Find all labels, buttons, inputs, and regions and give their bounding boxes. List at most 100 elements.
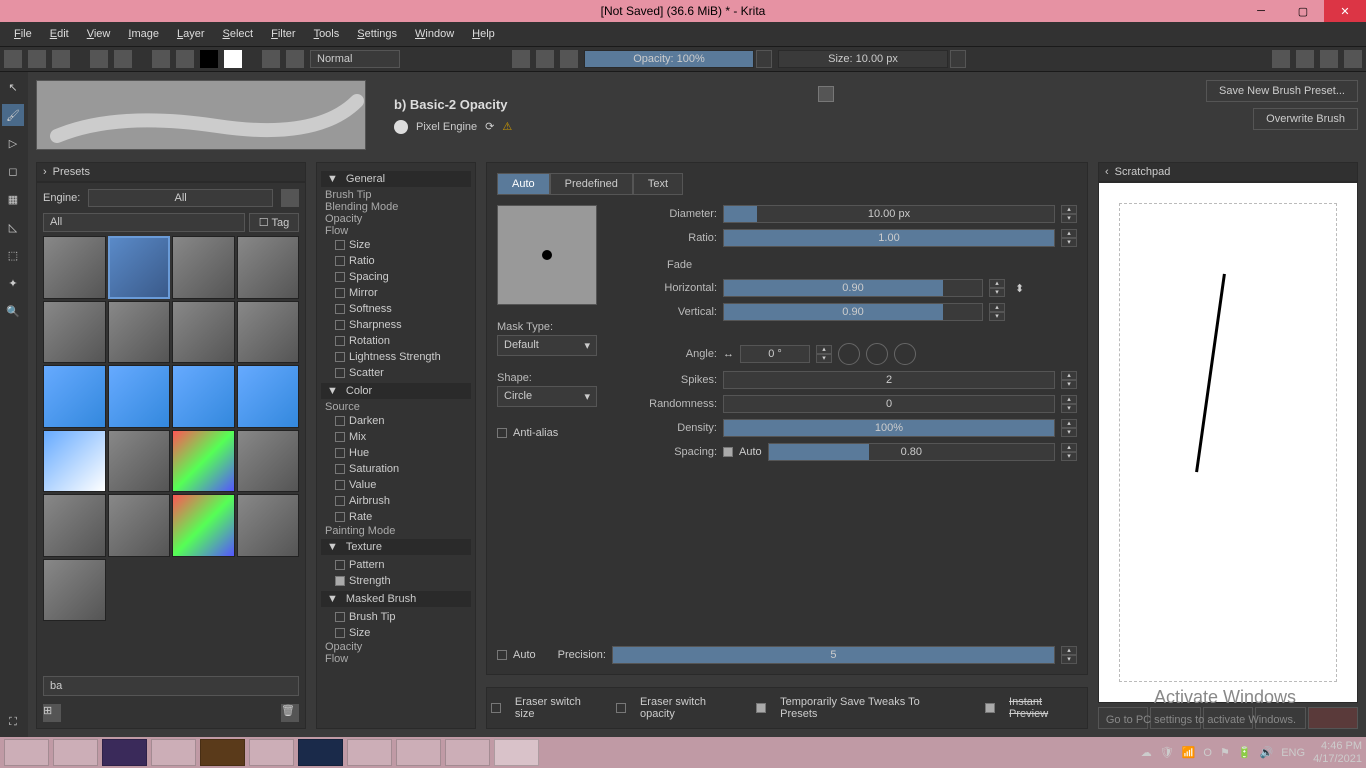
tree-value[interactable]: Value <box>321 477 471 493</box>
task-notepad[interactable] <box>249 739 294 766</box>
preset-item[interactable] <box>237 430 300 493</box>
spin-down[interactable]: ▾ <box>1061 214 1077 223</box>
minimize-button[interactable]: ─ <box>1240 0 1282 22</box>
scratch-brush-icon[interactable] <box>1098 707 1148 729</box>
mirror-h-icon[interactable] <box>1272 50 1290 68</box>
tray-time[interactable]: 4:46 PM <box>1313 740 1362 752</box>
tree-hue[interactable]: Hue <box>321 445 471 461</box>
angle-reset-icon[interactable]: ↔ <box>723 348 734 360</box>
preset-item[interactable] <box>172 430 235 493</box>
gradient-icon[interactable] <box>152 50 170 68</box>
precision-auto-check[interactable] <box>497 650 507 660</box>
save-icon[interactable] <box>52 50 70 68</box>
fade-v-slider[interactable]: 0.90 <box>723 303 983 321</box>
tree-strength[interactable]: Strength <box>321 573 471 589</box>
scratch-gradient-icon[interactable] <box>1150 707 1200 729</box>
preset-item[interactable] <box>237 365 300 428</box>
fade-h-slider[interactable]: 0.90 <box>723 279 983 297</box>
tool-select-rect[interactable]: ⬚ <box>2 244 24 266</box>
eraser-icon[interactable] <box>536 50 554 68</box>
preset-item[interactable] <box>108 301 171 364</box>
tool-zoom[interactable]: 🔍 <box>2 300 24 322</box>
preset-item[interactable] <box>108 365 171 428</box>
tool-fill[interactable]: ▦ <box>2 188 24 210</box>
workspace-icon[interactable] <box>1344 50 1362 68</box>
tree-m-brushtip[interactable]: Brush Tip <box>321 609 471 625</box>
pattern-icon[interactable] <box>176 50 194 68</box>
opacity-spin[interactable] <box>756 50 772 68</box>
tree-flow2[interactable]: Flow <box>321 653 471 665</box>
tool-crop[interactable]: ◻ <box>2 160 24 182</box>
tree-masked[interactable]: ▼Masked Brush <box>321 591 471 607</box>
undo-icon[interactable] <box>90 50 108 68</box>
preset-item[interactable] <box>108 494 171 557</box>
tray-battery-icon[interactable]: 🔋 <box>1238 746 1252 759</box>
tree-opacity[interactable]: Opacity <box>321 213 471 225</box>
task-word[interactable] <box>396 739 441 766</box>
density-slider[interactable]: 100% <box>723 419 1055 437</box>
save-new-preset-button[interactable]: Save New Brush Preset... <box>1206 80 1358 102</box>
preset-filter-input[interactable] <box>43 676 299 696</box>
rename-brush-icon[interactable] <box>818 86 834 102</box>
tree-darken[interactable]: Darken <box>321 413 471 429</box>
scratch-clear-icon[interactable] <box>1308 707 1358 729</box>
size-spin[interactable] <box>950 50 966 68</box>
tab-text[interactable]: Text <box>633 173 683 195</box>
tree-general[interactable]: ▼General <box>321 171 471 187</box>
spin-up[interactable]: ▴ <box>1061 205 1077 214</box>
tree-scatter[interactable]: Scatter <box>321 365 471 381</box>
preset-item[interactable] <box>43 301 106 364</box>
open-doc-icon[interactable] <box>28 50 46 68</box>
task-opera[interactable] <box>53 739 98 766</box>
tool-line[interactable]: ▷ <box>2 132 24 154</box>
engine-filter-combo[interactable]: All <box>88 189 273 207</box>
menu-tools[interactable]: Tools <box>306 26 348 42</box>
link-icon[interactable]: ⬍ <box>1015 282 1024 295</box>
fg-color[interactable] <box>200 50 218 68</box>
tray-date[interactable]: 4/17/2021 <box>1313 753 1362 765</box>
diameter-slider[interactable]: 10.00 px <box>723 205 1055 223</box>
task-ps[interactable] <box>298 739 343 766</box>
task-krita[interactable] <box>494 739 539 766</box>
menu-help[interactable]: Help <box>464 26 503 42</box>
tree-flow[interactable]: Flow <box>321 225 471 237</box>
tree-opacity2[interactable]: Opacity <box>321 641 471 653</box>
tree-texture[interactable]: ▼Texture <box>321 539 471 555</box>
preset-item[interactable] <box>43 430 106 493</box>
tray-onedrive-icon[interactable]: ☁ <box>1141 746 1152 759</box>
preset-item[interactable] <box>108 430 171 493</box>
menu-settings[interactable]: Settings <box>349 26 405 42</box>
brush-preset-icon[interactable] <box>262 50 280 68</box>
tag-filter-combo[interactable]: All <box>43 213 245 232</box>
instant-preview-check[interactable] <box>985 703 995 713</box>
reload-engine-icon[interactable]: ⟳ <box>485 120 494 133</box>
new-doc-icon[interactable] <box>4 50 22 68</box>
add-preset-icon[interactable]: ⊞ <box>43 704 61 722</box>
tree-mirror[interactable]: Mirror <box>321 285 471 301</box>
randomness-slider[interactable]: 0 <box>723 395 1055 413</box>
spacing-auto-check[interactable] <box>723 447 733 457</box>
ratio-slider[interactable]: 1.00 <box>723 229 1055 247</box>
precision-slider[interactable]: 5 <box>612 646 1055 664</box>
preset-item[interactable] <box>43 559 106 622</box>
size-slider[interactable]: Size: 10.00 px <box>778 50 948 68</box>
opacity-slider[interactable]: Opacity: 100% <box>584 50 754 68</box>
task-app1[interactable] <box>445 739 490 766</box>
scratch-layer-icon[interactable] <box>1203 707 1253 729</box>
alpha-icon[interactable] <box>512 50 530 68</box>
tree-pattern[interactable]: Pattern <box>321 557 471 573</box>
preset-item[interactable] <box>172 365 235 428</box>
preset-item[interactable] <box>172 494 235 557</box>
menu-image[interactable]: Image <box>120 26 167 42</box>
close-button[interactable]: ✕ <box>1324 0 1366 22</box>
menu-filter[interactable]: Filter <box>263 26 303 42</box>
tab-auto[interactable]: Auto <box>497 173 550 195</box>
tree-brushtip[interactable]: Brush Tip <box>321 189 471 201</box>
preset-item[interactable] <box>237 494 300 557</box>
angle-dial-icon[interactable] <box>838 343 860 365</box>
overwrite-brush-button[interactable]: Overwrite Brush <box>1253 108 1358 130</box>
tree-lightness[interactable]: Lightness Strength <box>321 349 471 365</box>
preset-item[interactable] <box>43 494 106 557</box>
tree-rate[interactable]: Rate <box>321 509 471 525</box>
preset-item[interactable] <box>237 301 300 364</box>
